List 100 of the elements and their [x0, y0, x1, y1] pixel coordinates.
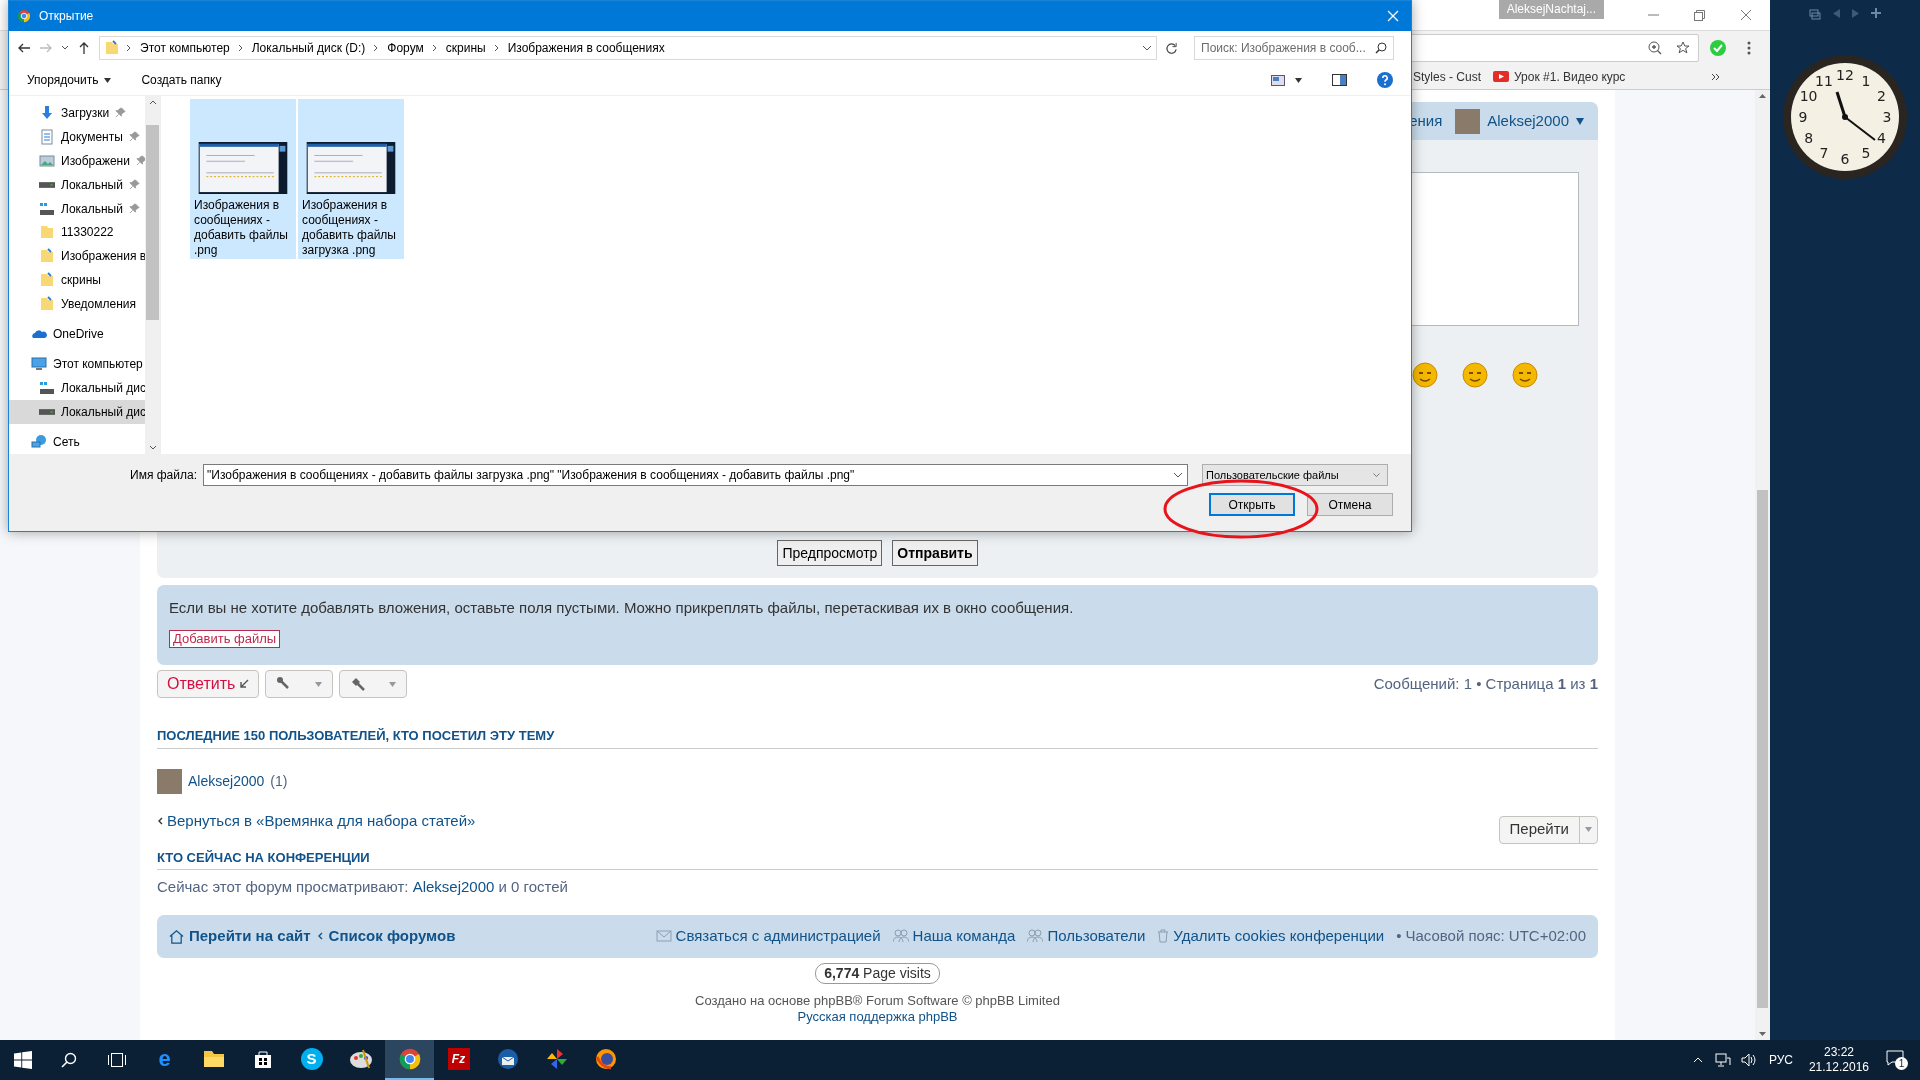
speaker-icon[interactable]: [1740, 1053, 1757, 1067]
add-files-button[interactable]: Добавить файлы: [169, 629, 281, 648]
trash-icon: [1157, 929, 1170, 943]
windows-start-icon[interactable]: [14, 1051, 32, 1069]
breadcrumb-item[interactable]: Форум: [385, 39, 426, 57]
breadcrumb-item[interactable]: Локальный диск (D:): [249, 39, 368, 57]
restore-icon[interactable]: [1694, 9, 1705, 21]
footer-link[interactable]: Список форумов: [328, 924, 456, 948]
cancel-button[interactable]: Отмена: [1307, 493, 1393, 516]
dropdown-caret-icon[interactable]: [1142, 44, 1152, 52]
taskbar-app-button[interactable]: [385, 1040, 434, 1080]
back-arrow-icon[interactable]: [17, 41, 31, 55]
network-icon[interactable]: [1714, 1053, 1731, 1067]
scrollbar-thumb[interactable]: [146, 125, 159, 320]
nav-item[interactable]: Локальный: [9, 196, 145, 221]
scroll-up-icon[interactable]: [1759, 94, 1766, 98]
search-icon[interactable]: [61, 1052, 77, 1068]
close-icon[interactable]: [1740, 9, 1752, 21]
preview-pane-icon[interactable]: [1332, 74, 1347, 86]
open-button[interactable]: Открыть: [1209, 493, 1295, 516]
clock-numeral: 10: [1799, 88, 1818, 104]
notification-button[interactable]: 1: [1886, 1050, 1908, 1070]
footer-link[interactable]: Наша команда: [912, 924, 1016, 948]
up-arrow-icon[interactable]: [77, 41, 91, 55]
clock-display[interactable]: 23:22 21.12.2016: [1808, 1045, 1869, 1075]
folder-icon: [39, 248, 55, 265]
page-scrollbar[interactable]: [1755, 90, 1770, 1040]
scrollbar[interactable]: [145, 96, 160, 454]
file-tile[interactable]: Изображения в сообщениях - добавить файлы загрузка .png: [298, 99, 404, 259]
chevron-right-icon: [493, 44, 500, 52]
nav-item[interactable]: Локальный: [9, 172, 145, 197]
caret-icon[interactable]: [1295, 77, 1302, 83]
footer-link[interactable]: Удалить cookies конференции: [1173, 924, 1385, 948]
language-indicator[interactable]: РУС: [1768, 1051, 1793, 1069]
nav-item[interactable]: Локальный дис: [9, 376, 145, 400]
back-link[interactable]: Вернуться в «Времянка для набора статей»: [167, 809, 476, 832]
chevron-up-icon[interactable]: [1692, 1057, 1703, 1063]
scroll-down-icon[interactable]: [1759, 1032, 1766, 1036]
nav-item[interactable]: 11330222: [9, 220, 145, 245]
scroll-up-icon[interactable]: [148, 100, 157, 105]
nav-item[interactable]: Уведомления: [9, 292, 145, 316]
help-icon[interactable]: [1377, 72, 1393, 88]
check-circle-icon[interactable]: [1710, 39, 1726, 56]
tools-dropdown[interactable]: [265, 670, 334, 698]
view-mode-icon[interactable]: [1271, 74, 1285, 86]
nav-item[interactable]: Изображени: [9, 148, 145, 173]
smiley-icon: [1462, 360, 1488, 388]
search-field[interactable]: Поиск: Изображения в сооб...: [1194, 36, 1394, 60]
clock-numeral: 5: [1861, 145, 1871, 162]
nav-item[interactable]: Этот компьютер: [9, 352, 145, 376]
plus-icon[interactable]: [1871, 8, 1881, 18]
filename-field[interactable]: "Изображения в сообщениях - добавить файлы загрузка .png" "Изображения в сообщениях - добавить файлы .png": [203, 464, 1188, 486]
footer-link[interactable]: Пользователи: [1047, 924, 1146, 948]
gadget-icon[interactable]: [1809, 6, 1821, 20]
taskbar-app-button[interactable]: e: [140, 1040, 189, 1080]
task-view-icon[interactable]: [108, 1053, 126, 1067]
double-chevron-icon[interactable]: [1711, 72, 1720, 81]
folder-icon: [202, 1050, 225, 1068]
nav-item[interactable]: Загрузки: [9, 101, 145, 125]
username-link[interactable]: Aleksej2000: [1487, 109, 1569, 133]
footer-link[interactable]: Перейти на сайт: [189, 924, 311, 948]
nav-item[interactable]: Изображения в: [9, 244, 145, 269]
submit-button[interactable]: Отправить: [892, 540, 978, 566]
star-icon[interactable]: [1676, 40, 1690, 55]
breadcrumb-item[interactable]: Изображения в сообщениях: [505, 39, 667, 57]
address-bar[interactable]: Этот компьютер Локальный диск (D:) Форум скрины Изображения в сообщениях: [99, 36, 1157, 60]
file-type-select[interactable]: Пользовательские файлы: [1202, 464, 1388, 486]
username-link[interactable]: Aleksej2000: [412, 878, 495, 895]
preview-button[interactable]: Предпросмотр: [777, 540, 883, 566]
bookmark-item[interactable]: Урок #1. Видео курс: [1493, 67, 1626, 86]
credits-link[interactable]: Русская поддержка phpBB: [797, 1008, 958, 1025]
caret-icon[interactable]: [1576, 117, 1584, 125]
jump-dropdown[interactable]: Перейти: [1498, 815, 1598, 844]
new-folder-button[interactable]: Создать папку: [141, 71, 222, 89]
caret-icon[interactable]: [61, 44, 69, 52]
file-tile[interactable]: Изображения в сообщениях - добавить файлы .png: [190, 99, 296, 259]
username-link[interactable]: Aleksej2000: [188, 770, 265, 792]
breadcrumb-item[interactable]: Этот компьютер: [138, 39, 232, 57]
footer-link[interactable]: Связаться с администрацией: [675, 924, 881, 948]
scrollbar-thumb[interactable]: [1757, 490, 1768, 1008]
taskbar-app-button[interactable]: Fz: [434, 1040, 483, 1080]
visit-count: (1): [270, 771, 288, 791]
refresh-icon[interactable]: [1165, 41, 1178, 55]
moderation-dropdown[interactable]: [339, 670, 408, 698]
organize-menu-button[interactable]: Упорядочить: [27, 71, 112, 89]
nav-item[interactable]: Сеть: [9, 430, 145, 454]
reply-button[interactable]: Ответить: [157, 670, 260, 698]
reply-arrow-icon: [239, 679, 250, 689]
scroll-down-icon[interactable]: [148, 445, 157, 450]
zoom-in-icon[interactable]: [1648, 40, 1662, 55]
nav-item[interactable]: OneDrive: [9, 322, 145, 346]
monitor-icon: [31, 356, 47, 372]
breadcrumb-item[interactable]: скрины: [443, 39, 488, 57]
dropdown-caret-icon: [1372, 472, 1381, 478]
nav-item[interactable]: скрины: [9, 268, 145, 293]
nav-item[interactable]: Локальный дис: [9, 400, 145, 424]
menu-dots-icon[interactable]: [1747, 40, 1751, 55]
nav-item[interactable]: Документы: [9, 124, 145, 149]
pinwheel-icon: [545, 1048, 568, 1070]
bookmark-item[interactable]: Styles - Cust: [1413, 67, 1481, 86]
